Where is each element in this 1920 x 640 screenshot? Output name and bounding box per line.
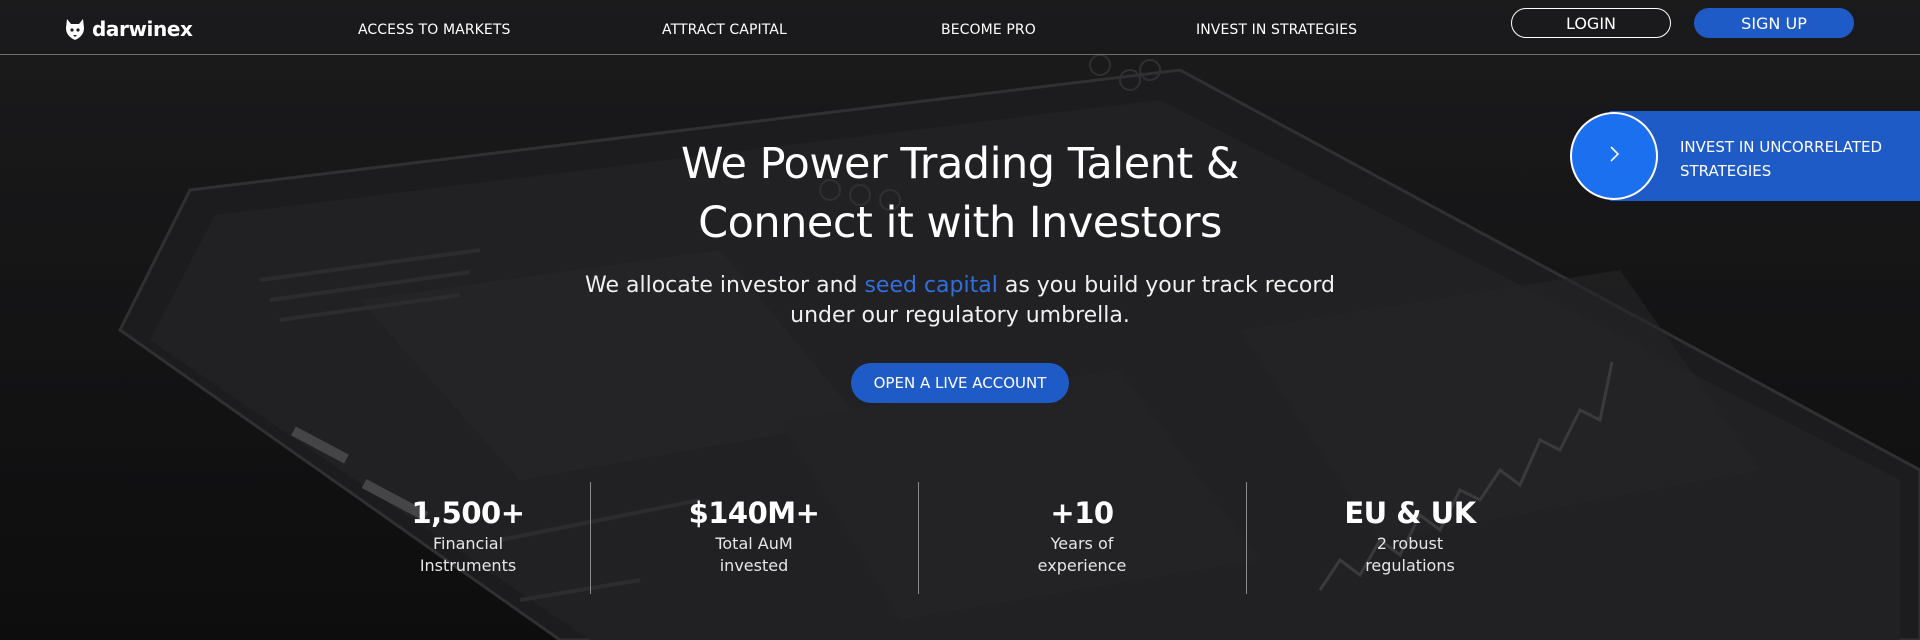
stat-label-line-2: Instruments [419,556,517,575]
invest-uncorrelated-banner[interactable]: INVEST IN UNCORRELATED STRATEGIES [1570,111,1920,201]
brand-name: darwinex [92,17,193,41]
stat-label-line-1: 2 robust [1376,534,1444,553]
stat-label-line-1: Years of [1050,534,1114,553]
hero-subtitle: We allocate investor and seed capital as… [460,271,1460,331]
login-button[interactable]: LOGIN [1511,8,1671,38]
stat-label-line-2: regulations [1365,556,1455,575]
nav-invest-in-strategies[interactable]: INVEST IN STRATEGIES [1196,22,1357,38]
banner-text: INVEST IN UNCORRELATED STRATEGIES [1680,138,1883,180]
hero-title: We Power Trading Talent & Connect it wit… [460,135,1460,253]
stat-label-line-1: Financial [432,534,504,553]
stat-divider [918,482,919,594]
stat-value: +10 [1050,496,1114,530]
open-live-account-button[interactable]: OPEN A LIVE ACCOUNT [851,363,1069,403]
stat-label-line-2: experience [1037,556,1127,575]
stat-divider [590,482,591,594]
stat-value: EU & UK [1344,496,1476,530]
stat-divider [1246,482,1247,594]
stat-regulations: EU & UK 2 robust regulations [1280,493,1540,577]
nav-attract-capital[interactable]: ATTRACT CAPITAL [662,22,787,38]
hero-title-line-1: We Power Trading Talent & [681,139,1239,189]
hero-subtitle-line-2: under our regulatory umbrella. [790,303,1130,328]
stat-value: 1,500+ [411,496,525,530]
wolf-head-icon [64,17,86,41]
chevron-right-icon [1606,144,1622,168]
stat-total-aum: $140M+ Total AuM invested [624,493,884,577]
hero-subtitle-text-b: as you build your track record [997,273,1335,298]
nav-become-pro[interactable]: BECOME PRO [941,22,1036,38]
sign-up-button[interactable]: SIGN UP [1694,8,1854,38]
stat-label-line-1: Total AuM [715,534,793,553]
stat-value: $140M+ [688,496,820,530]
hero-subtitle-text-a: We allocate investor and [585,273,865,298]
nav-access-to-markets[interactable]: ACCESS TO MARKETS [358,22,511,38]
brand-logo[interactable]: darwinex [64,14,193,44]
stat-years-experience: +10 Years of experience [952,493,1212,577]
seed-capital-link[interactable]: seed capital [864,273,997,298]
top-navigation-bar: darwinex ACCESS TO MARKETS ATTRACT CAPIT… [0,0,1920,55]
hero-title-line-2: Connect it with Investors [698,198,1222,248]
banner-arrow-button[interactable] [1570,112,1658,200]
stat-label-line-2: invested [719,556,789,575]
stat-financial-instruments: 1,500+ Financial Instruments [338,493,598,577]
